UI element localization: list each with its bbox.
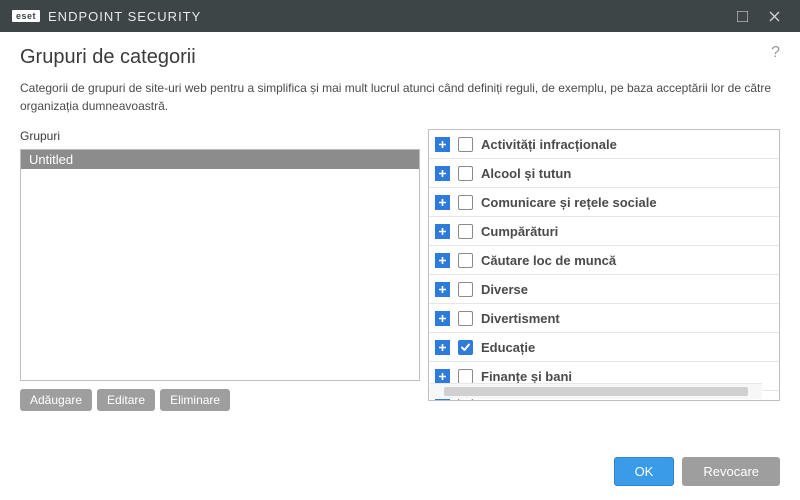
category-label: Alcool și tutun — [481, 166, 771, 181]
groups-listbox[interactable]: Untitled — [20, 149, 420, 381]
category-row[interactable]: Alcool și tutun — [429, 159, 779, 188]
page-title: Grupuri de categorii — [20, 46, 780, 69]
ok-button[interactable]: OK — [614, 457, 675, 486]
category-row[interactable]: Diverse — [429, 275, 779, 304]
category-checkbox[interactable] — [458, 195, 473, 210]
brand-logo: eset — [12, 10, 40, 22]
horizontal-scrollbar[interactable] — [430, 383, 762, 399]
remove-button[interactable]: Eliminare — [160, 389, 230, 411]
category-checkbox[interactable] — [458, 282, 473, 297]
expand-icon[interactable] — [435, 311, 450, 326]
categories-scroll[interactable]: Activități infracționale Alcool și tutun C… — [429, 130, 779, 400]
category-label: Divertisment — [481, 311, 771, 326]
category-label: Activități infracționale — [481, 137, 771, 152]
category-label: Comunicare și rețele sociale — [481, 195, 771, 210]
category-label: Educație — [481, 340, 771, 355]
category-checkbox[interactable] — [458, 311, 473, 326]
category-row[interactable]: Comunicare și rețele sociale — [429, 188, 779, 217]
expand-icon[interactable] — [435, 195, 450, 210]
category-label: Finanțe și bani — [481, 369, 771, 384]
expand-icon[interactable] — [435, 369, 450, 384]
category-checkbox[interactable] — [458, 253, 473, 268]
category-checkbox[interactable] — [458, 137, 473, 152]
expand-icon[interactable] — [435, 253, 450, 268]
category-checkbox[interactable] — [458, 340, 473, 355]
help-icon[interactable]: ? — [771, 44, 780, 62]
category-row[interactable]: Activități infracționale — [429, 130, 779, 159]
category-checkbox[interactable] — [458, 166, 473, 181]
expand-icon[interactable] — [435, 137, 450, 152]
edit-button[interactable]: Editare — [97, 389, 155, 411]
expand-icon[interactable] — [435, 224, 450, 239]
category-row[interactable]: Educație — [429, 333, 779, 362]
category-checkbox[interactable] — [458, 224, 473, 239]
minimize-button[interactable] — [726, 0, 758, 32]
categories-panel: Activități infracționale Alcool și tutun C… — [428, 129, 780, 401]
titlebar: eset ENDPOINT SECURITY — [0, 0, 800, 32]
expand-icon[interactable] — [435, 282, 450, 297]
list-item[interactable]: Untitled — [21, 150, 419, 169]
close-button[interactable] — [758, 0, 790, 32]
expand-icon[interactable] — [435, 166, 450, 181]
brand-text: ENDPOINT SECURITY — [48, 9, 201, 24]
category-row[interactable]: Cumpărături — [429, 217, 779, 246]
category-label: Diverse — [481, 282, 771, 297]
category-row[interactable]: Căutare loc de muncă — [429, 246, 779, 275]
page-description: Categorii de grupuri de site-uri web pen… — [20, 79, 780, 115]
expand-icon[interactable] — [435, 340, 450, 355]
category-label: Cumpărături — [481, 224, 771, 239]
category-checkbox[interactable] — [458, 369, 473, 384]
category-label: Căutare loc de muncă — [481, 253, 771, 268]
cancel-button[interactable]: Revocare — [682, 457, 780, 486]
add-button[interactable]: Adăugare — [20, 389, 92, 411]
category-row[interactable]: Divertisment — [429, 304, 779, 333]
groups-label: Grupuri — [20, 129, 420, 143]
